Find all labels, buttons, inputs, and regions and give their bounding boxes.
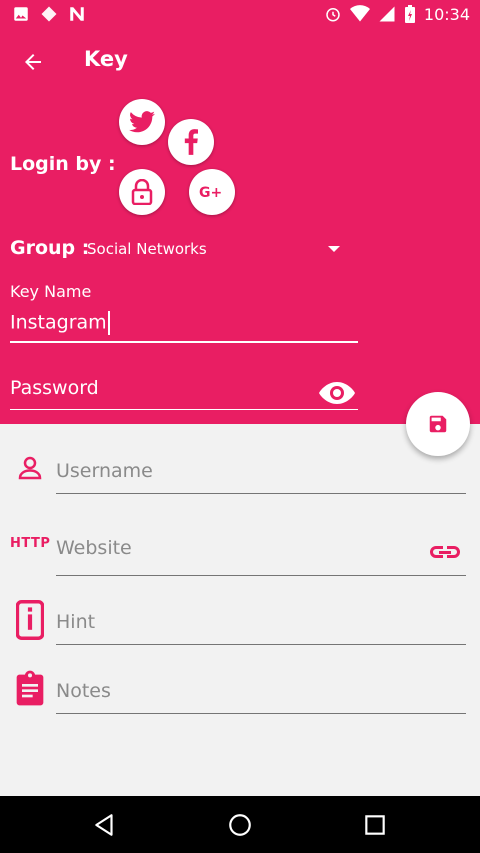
google-plus-login-button[interactable]: G+ [189,169,235,215]
login-by-label: Login by : [10,153,116,175]
info-icon [16,600,44,640]
password-login-button[interactable] [119,169,165,215]
google-plus-icon: G+ [199,185,222,201]
hint-input[interactable]: Hint [56,607,466,645]
dropdown-arrow-icon[interactable] [328,246,340,252]
person-icon [18,456,42,480]
facebook-login-button[interactable] [168,119,214,165]
status-bar: 10:34 [0,0,480,30]
twitter-login-button[interactable] [119,99,165,145]
save-icon [429,415,447,433]
group-label: Group : [10,237,90,259]
wifi-icon [349,5,370,22]
text-cursor [107,311,110,335]
notes-input[interactable]: Notes [56,676,466,714]
twitter-icon [129,111,155,133]
key-name-label: Key Name [10,282,92,301]
svg-text:G+: G+ [199,185,222,201]
website-input[interactable]: Website [56,533,466,576]
facebook-icon [184,129,198,155]
username-input[interactable]: Username [56,456,466,494]
password-input[interactable]: Password [10,377,358,410]
page-title: Key [84,47,128,71]
home-nav-icon[interactable] [227,812,253,838]
save-button[interactable] [406,392,470,456]
pinwheel-notification-icon [41,6,57,22]
header-panel: Key Login by : G+ Group : Social Network… [0,30,480,424]
back-nav-icon[interactable] [92,812,118,838]
recents-nav-icon[interactable] [362,812,388,838]
status-time: 10:34 [423,4,470,24]
battery-icon [404,5,415,23]
link-icon[interactable] [427,541,463,563]
clipboard-icon [16,670,44,706]
navigation-bar [0,796,480,853]
image-notification-icon [14,7,28,21]
signal-icon [379,6,395,22]
http-badge: HTTP [10,536,51,551]
n-notification-icon [70,7,84,21]
key-name-value: Instagram [10,311,107,334]
alarm-icon [326,8,340,22]
back-arrow-icon[interactable] [18,50,48,74]
group-select[interactable]: Social Networks [87,240,207,258]
key-name-input[interactable]: Instagram [10,311,358,343]
lock-icon [131,179,153,205]
eye-icon[interactable] [318,380,356,406]
